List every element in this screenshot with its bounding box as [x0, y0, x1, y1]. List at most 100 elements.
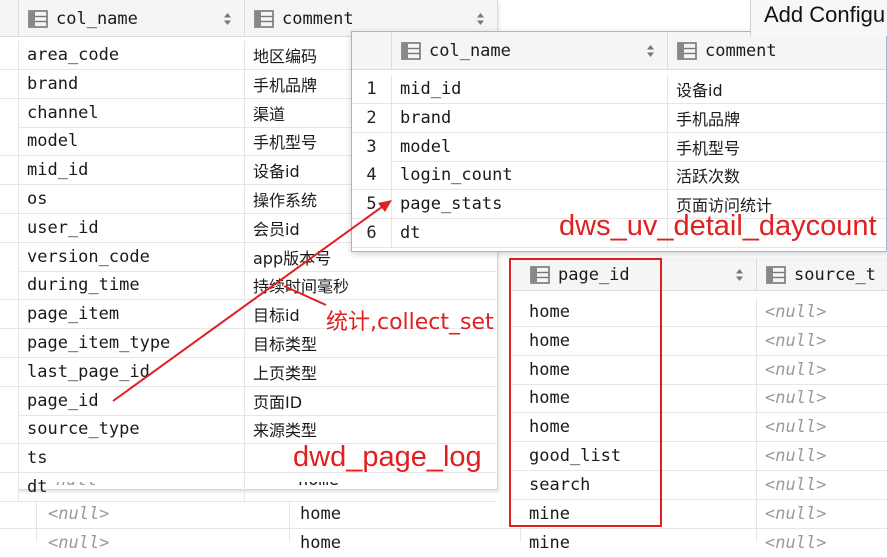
- col-name-cell[interactable]: last_page_id: [19, 357, 245, 386]
- annotation-source-table: dwd_page_log: [293, 441, 482, 473]
- cell-page-id: mine: [529, 533, 570, 553]
- col-name-cell[interactable]: source_type: [19, 415, 245, 444]
- col-name-cell[interactable]: model: [19, 127, 245, 156]
- header-label: col_name: [429, 41, 511, 61]
- source-type-cell[interactable]: <null>: [757, 298, 887, 326]
- table-row[interactable]: home <null>: [512, 413, 887, 443]
- col-name-cell[interactable]: version_code: [19, 242, 245, 271]
- header-label: col_name: [56, 8, 138, 29]
- header-label: comment: [282, 8, 354, 29]
- row-number-cell: [0, 98, 19, 127]
- column-header-source-type[interactable]: source_t: [757, 258, 887, 291]
- table-row[interactable]: 1 mid_id 设备id: [352, 75, 886, 104]
- table-row[interactable]: home <null>: [512, 384, 887, 414]
- table-column-icon: [766, 265, 786, 284]
- window-title: Add Configu: [764, 2, 886, 27]
- page-id-cell[interactable]: home: [521, 326, 757, 355]
- comment-cell[interactable]: 手机型号: [668, 133, 887, 161]
- behind-row: null home: [0, 482, 498, 490]
- comment-cell[interactable]: 上页类型: [245, 358, 498, 386]
- annotation-collect-set: 统计,collect_set: [326, 310, 494, 335]
- comment-cell[interactable]: 页面ID: [245, 387, 498, 415]
- table-row[interactable]: last_page_id 上页类型: [0, 357, 498, 387]
- comment-cell[interactable]: 来源类型: [245, 415, 498, 443]
- col-name-cell[interactable]: os: [19, 185, 245, 213]
- table-row[interactable]: good_list <null>: [512, 442, 887, 471]
- page-id-cell[interactable]: search: [521, 470, 757, 499]
- source-type-cell[interactable]: <null>: [757, 500, 887, 528]
- col-name-cell[interactable]: mid_id: [392, 75, 668, 103]
- col-name-cell[interactable]: brand: [19, 69, 245, 98]
- page-id-cell[interactable]: home: [521, 355, 757, 384]
- cell-home: home: [300, 504, 341, 524]
- col-name-cell[interactable]: page_item_type: [19, 329, 245, 357]
- col-name-cell[interactable]: user_id: [19, 213, 245, 242]
- col-name-cell[interactable]: page_id: [19, 386, 245, 415]
- table-row[interactable]: home <null>: [512, 298, 887, 327]
- column-header-col-name[interactable]: col_name: [19, 0, 245, 37]
- col-name-cell[interactable]: during_time: [19, 271, 245, 300]
- sort-arrows-icon[interactable]: [735, 268, 744, 282]
- col-name-cell[interactable]: mid_id: [19, 156, 245, 185]
- table-row[interactable]: during_time 持续时间毫秒: [0, 271, 498, 301]
- source-type-cell[interactable]: <null>: [757, 471, 887, 499]
- page-id-cell[interactable]: home: [521, 384, 757, 413]
- comment-cell[interactable]: 手机品牌: [668, 104, 887, 132]
- header-label: page_id: [558, 264, 630, 285]
- column-header-comment[interactable]: comment: [668, 32, 887, 70]
- table-row[interactable]: page_id 页面ID: [0, 386, 498, 416]
- page-id-cell[interactable]: mine: [521, 499, 757, 528]
- table-header: page_id source_t: [512, 258, 887, 291]
- col-name-cell[interactable]: area_code: [19, 41, 245, 69]
- column-header-col-name[interactable]: col_name: [392, 32, 668, 70]
- col-name-cell[interactable]: page_item: [19, 300, 245, 329]
- table-header: col_name comment: [352, 32, 886, 70]
- table-row[interactable]: home <null>: [512, 326, 887, 356]
- table-column-icon: [530, 265, 550, 284]
- source-type-cell[interactable]: <null>: [757, 356, 887, 384]
- page-id-cell[interactable]: home: [521, 413, 757, 442]
- table-row[interactable]: search <null>: [512, 470, 887, 500]
- comment-cell[interactable]: 持续时间毫秒: [245, 271, 498, 299]
- row-number-cell: [0, 213, 19, 242]
- cell-null: null: [56, 482, 97, 490]
- table-row[interactable]: 4 login_count 活跃次数: [352, 161, 887, 191]
- col-name-cell[interactable]: channel: [19, 98, 245, 127]
- row-number-header: [352, 32, 392, 70]
- row-number-cell: [0, 127, 19, 156]
- page-id-cell[interactable]: good_list: [521, 442, 757, 470]
- row-number-cell: [0, 415, 19, 444]
- row-number-cell: [0, 41, 19, 69]
- table-row[interactable]: 3 model 手机型号: [352, 132, 887, 162]
- sort-arrows-icon[interactable]: [223, 12, 232, 26]
- source-type-cell[interactable]: <null>: [757, 442, 887, 470]
- annotation-target-table: dws_uv_detail_daycount: [559, 210, 877, 242]
- table-column-icon: [677, 42, 697, 60]
- header-label: source_t: [794, 264, 876, 285]
- col-name-cell[interactable]: brand: [392, 103, 668, 132]
- page-id-result-table: page_id source_t home <null> home <null> hom…: [512, 258, 887, 529]
- page-id-cell[interactable]: home: [521, 298, 757, 326]
- col-name-cell[interactable]: login_count: [392, 161, 668, 190]
- col-name-cell[interactable]: ts: [19, 444, 245, 473]
- comment-cell[interactable]: 活跃次数: [668, 161, 887, 189]
- column-header-page-id[interactable]: page_id: [521, 258, 757, 291]
- table-column-icon: [401, 42, 421, 60]
- sort-arrows-icon[interactable]: [646, 44, 655, 58]
- row-number-cell: [0, 242, 19, 271]
- table-row[interactable]: home <null>: [512, 355, 887, 385]
- source-type-cell[interactable]: <null>: [757, 327, 887, 355]
- table-row[interactable]: <null> home mine <null>: [0, 529, 887, 558]
- sort-arrows-icon[interactable]: [476, 12, 485, 26]
- row-number-cell: [0, 300, 19, 329]
- row-number-cell: [0, 185, 19, 213]
- row-number-cell: [0, 357, 19, 386]
- source-type-cell[interactable]: <null>: [757, 384, 887, 412]
- table-row[interactable]: 2 brand 手机品牌: [352, 103, 887, 133]
- row-number-cell: [0, 329, 19, 357]
- cell-null: <null>: [48, 533, 110, 553]
- source-type-cell[interactable]: <null>: [757, 413, 887, 441]
- comment-cell[interactable]: 设备id: [668, 75, 887, 103]
- table-row[interactable]: mine <null>: [512, 499, 887, 529]
- col-name-cell[interactable]: model: [392, 132, 668, 161]
